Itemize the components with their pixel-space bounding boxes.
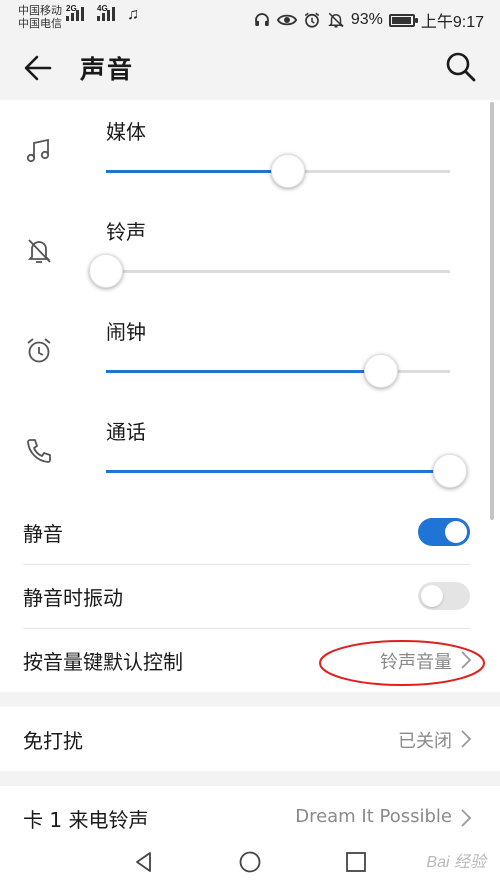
call-volume-slider[interactable] xyxy=(106,454,467,488)
vibrate-on-mute-row[interactable]: 静音时振动 xyxy=(0,564,500,628)
do-not-disturb-row[interactable]: 免打扰 已关闭 xyxy=(0,707,500,771)
signal-4g-icon: 4G xyxy=(97,4,115,21)
carrier-names: 中国移动 中国电信 xyxy=(18,5,62,31)
nav-back-icon[interactable] xyxy=(132,850,156,874)
carrier-1: 中国移动 xyxy=(18,5,62,17)
slider-thumb[interactable] xyxy=(433,454,467,488)
nav-home-icon[interactable] xyxy=(238,850,262,874)
mute-row[interactable]: 静音 xyxy=(0,500,500,564)
back-arrow-icon[interactable] xyxy=(20,50,56,86)
mute-label: 静音 xyxy=(23,522,63,546)
ringtone-volume-slider[interactable] xyxy=(89,254,450,288)
nav-recents-icon[interactable] xyxy=(344,850,368,874)
volume-row-alarm: 闹钟 xyxy=(0,300,500,400)
annotation-ellipse xyxy=(319,640,485,686)
search-icon[interactable] xyxy=(444,50,478,84)
dnd-value: 已关闭 xyxy=(398,731,452,752)
app-header: 声音 xyxy=(0,36,500,100)
volume-label-media: 媒体 xyxy=(106,120,146,144)
sim1-ringtone-value: Dream It Possible xyxy=(295,806,452,827)
media-volume-slider[interactable] xyxy=(106,154,450,188)
alarm-clock-icon xyxy=(27,338,51,363)
status-bar: 中国移动 中国电信 2G 4G ♫ 93% 上午9:17 xyxy=(0,0,500,36)
navigation-bar xyxy=(0,836,500,889)
dnd-inner: 免打扰 已关闭 xyxy=(0,707,500,771)
headset-icon xyxy=(254,13,269,26)
slider-thumb[interactable] xyxy=(89,254,123,288)
battery-percent: 93% xyxy=(350,11,383,28)
slider-thumb[interactable] xyxy=(364,354,399,388)
scrollbar[interactable] xyxy=(490,102,494,520)
vibrate-on-mute-label: 静音时振动 xyxy=(23,586,123,610)
battery-icon xyxy=(388,13,418,27)
page-title: 声音 xyxy=(80,55,135,84)
mute-toggle[interactable] xyxy=(418,518,470,546)
watermark-logo: Bai 经验 xyxy=(426,854,486,871)
music-note-icon xyxy=(26,138,50,163)
volume-label-ringtone: 铃声 xyxy=(106,220,146,244)
chevron-right-icon xyxy=(461,809,472,827)
dnd-label: 免打扰 xyxy=(23,729,83,753)
volume-label-call: 通话 xyxy=(106,420,146,444)
status-right: 93% 上午9:17 xyxy=(253,8,484,32)
music-note-icon: ♫ xyxy=(127,6,139,23)
alarm-status-icon xyxy=(304,12,320,28)
vibrate-on-mute-toggle[interactable] xyxy=(418,582,470,610)
volume-row-call: 通话 xyxy=(0,400,500,500)
phone-icon xyxy=(27,439,51,463)
bell-off-icon xyxy=(27,239,51,263)
volume-row-ringtone: 铃声 xyxy=(0,200,500,300)
carrier-2: 中国电信 xyxy=(18,18,62,30)
volume-key-default-label: 按音量键默认控制 xyxy=(23,650,183,674)
alarm-volume-slider[interactable] xyxy=(106,354,450,388)
volume-row-media: 媒体 xyxy=(0,100,500,200)
chevron-right-icon xyxy=(461,730,472,748)
clock-time: 上午9:17 xyxy=(420,14,484,31)
slider-thumb[interactable] xyxy=(271,154,306,188)
volume-label-alarm: 闹钟 xyxy=(106,320,146,344)
signal-2g-icon: 2G xyxy=(66,4,84,21)
sim1-ringtone-label: 卡 1 来电铃声 xyxy=(23,808,149,832)
eye-icon xyxy=(276,14,297,26)
sound-settings-card: 媒体 铃声 闹钟 通话 静音 静音时振动 按音量键默认控制 铃声音量 xyxy=(0,100,500,692)
bell-off-status-icon xyxy=(328,12,344,28)
